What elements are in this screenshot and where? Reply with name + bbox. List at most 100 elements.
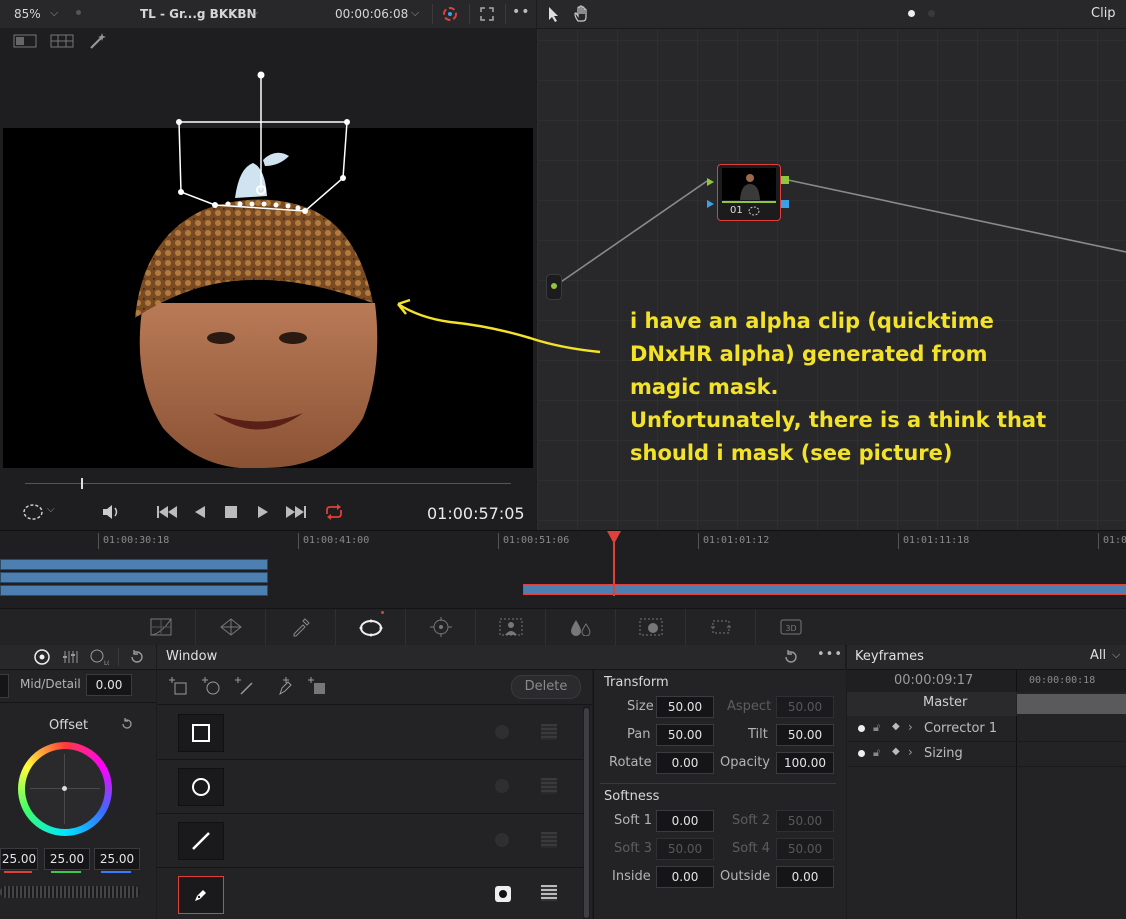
invert-toggle[interactable] [495, 779, 509, 793]
enable-dot-icon[interactable] [858, 750, 865, 757]
master-row[interactable]: Master [847, 692, 1016, 716]
reset-icon[interactable] [129, 649, 145, 665]
hand-icon[interactable] [573, 5, 591, 23]
offset-green-field[interactable]: 25.00 [44, 848, 90, 870]
tab-window[interactable] [337, 609, 406, 645]
primaries-wheel-icon[interactable] [34, 649, 50, 665]
mask-toggle-icon-active[interactable] [541, 885, 557, 901]
add-gradient-window-icon[interactable] [308, 677, 328, 697]
invert-toggle[interactable] [495, 833, 509, 847]
zoom-dropdown[interactable]: 85% [14, 7, 41, 21]
scrollbar[interactable] [583, 706, 590, 919]
add-pen-window-icon[interactable] [273, 677, 293, 697]
pan-field[interactable]: 50.00 [656, 724, 714, 746]
source-timecode[interactable]: 00:00:06:08 [335, 7, 408, 21]
skip-to-start-icon[interactable] [156, 505, 178, 519]
lock-icon[interactable]: 🔓︎ [873, 721, 880, 735]
timeline-name-dropdown[interactable]: TL - Gr...g BKKBN [140, 7, 257, 21]
node-key-input[interactable] [707, 200, 714, 208]
playhead-marker[interactable] [607, 531, 621, 544]
chevron-down-icon[interactable]: ⌵ [411, 6, 419, 20]
pen-mask-outline[interactable] [0, 28, 536, 248]
timeline-clip[interactable] [0, 559, 268, 570]
linear-window-icon[interactable] [178, 822, 224, 860]
invert-toggle-active[interactable] [495, 886, 511, 902]
tab-key[interactable] [617, 609, 686, 645]
keyframe-diamond-icon[interactable]: ◆ [892, 746, 900, 757]
corrector-node-01[interactable]: 01 [717, 164, 781, 221]
offset-blue-field[interactable]: 25.00 [94, 848, 140, 870]
play-icon[interactable] [257, 505, 269, 519]
reset-icon[interactable] [120, 717, 134, 731]
offset-red-field[interactable]: 25.00 [0, 848, 38, 870]
soft1-field[interactable]: 0.00 [656, 810, 714, 832]
master-wheel-slider[interactable] [0, 886, 140, 898]
play-reverse-icon[interactable] [194, 505, 206, 519]
keyframe-filter-dropdown[interactable]: All [1090, 648, 1106, 663]
window-row-pen[interactable] [157, 868, 583, 919]
tab-curves[interactable] [127, 609, 196, 645]
keyframe-track-corrector[interactable]: 🔓︎ ◆ › Corrector 1 [848, 717, 1126, 742]
tab-3d[interactable]: 3D [757, 609, 825, 645]
chevron-right-icon[interactable]: › [908, 720, 913, 734]
outside-field[interactable]: 0.00 [776, 866, 834, 888]
color-wheel-icon[interactable] [441, 5, 459, 23]
add-square-window-icon[interactable] [169, 677, 189, 697]
tab-blur[interactable] [547, 609, 616, 645]
pointer-icon[interactable] [547, 6, 561, 22]
chevron-down-icon[interactable]: ⌵ [1112, 648, 1120, 662]
scrub-bar[interactable] [25, 483, 511, 484]
loop-icon[interactable] [322, 503, 346, 521]
lock-icon[interactable]: 🔓︎ [873, 746, 880, 760]
rotate-field[interactable]: 0.00 [656, 752, 714, 774]
node-rgb-input[interactable] [707, 178, 714, 186]
tab-magic-mask[interactable] [477, 609, 546, 645]
tab-qualifier[interactable] [267, 609, 336, 645]
reset-icon[interactable] [783, 649, 799, 665]
window-toggle-icon[interactable] [22, 503, 44, 521]
keyframe-diamond-icon[interactable]: ◆ [892, 721, 900, 732]
offset-color-wheel[interactable] [18, 742, 112, 836]
window-row-circle[interactable] [157, 760, 583, 814]
node-mode-dropdown[interactable]: Clip [1091, 6, 1116, 21]
timeline-clip[interactable] [0, 585, 268, 596]
node-rgb-output[interactable] [781, 176, 789, 184]
page-dot-active[interactable] [908, 10, 915, 17]
master-keyframe-track[interactable] [1017, 694, 1126, 714]
timeline-clip[interactable] [0, 572, 268, 583]
more-options-icon[interactable]: ••• [817, 647, 843, 662]
opacity-field[interactable]: 100.00 [776, 752, 834, 774]
more-options-icon[interactable]: •• [512, 4, 531, 20]
bars-icon[interactable] [62, 649, 78, 665]
enable-dot-icon[interactable] [858, 725, 865, 732]
keyframe-ruler[interactable]: 00:00:00:18 [1016, 670, 1126, 692]
stop-icon[interactable] [224, 505, 238, 519]
page-dot[interactable] [928, 10, 935, 17]
size-field[interactable]: 50.00 [656, 696, 714, 718]
mask-toggle-icon[interactable] [541, 832, 557, 848]
pen-window-icon[interactable] [178, 876, 224, 914]
mid-detail-field[interactable]: 0.00 [86, 674, 132, 696]
mask-toggle-icon[interactable] [541, 778, 557, 794]
window-row-linear[interactable] [157, 814, 583, 868]
volume-icon[interactable] [101, 504, 121, 520]
tab-tracker[interactable] [407, 609, 476, 645]
playhead[interactable] [613, 540, 615, 596]
chevron-down-icon[interactable]: ⌵ [250, 6, 258, 20]
log-wheels-icon[interactable]: LOG [89, 648, 109, 666]
delete-button[interactable]: Delete [511, 675, 581, 699]
tab-color-warper[interactable] [197, 609, 266, 645]
window-row-square[interactable] [157, 706, 583, 760]
invert-toggle[interactable] [495, 725, 509, 739]
node-key-output[interactable] [781, 200, 789, 208]
add-circle-window-icon[interactable] [202, 677, 222, 697]
inside-field[interactable]: 0.00 [656, 866, 714, 888]
mask-toggle-icon[interactable] [541, 724, 557, 740]
field-stub[interactable] [0, 674, 9, 698]
add-linear-window-icon[interactable] [235, 677, 255, 697]
chevron-down-icon[interactable]: ⌵ [50, 6, 58, 20]
square-window-icon[interactable] [178, 714, 224, 752]
tilt-field[interactable]: 50.00 [776, 724, 834, 746]
keyframe-track-sizing[interactable]: 🔓︎ ◆ › Sizing [848, 742, 1126, 767]
circle-window-icon[interactable] [178, 768, 224, 806]
